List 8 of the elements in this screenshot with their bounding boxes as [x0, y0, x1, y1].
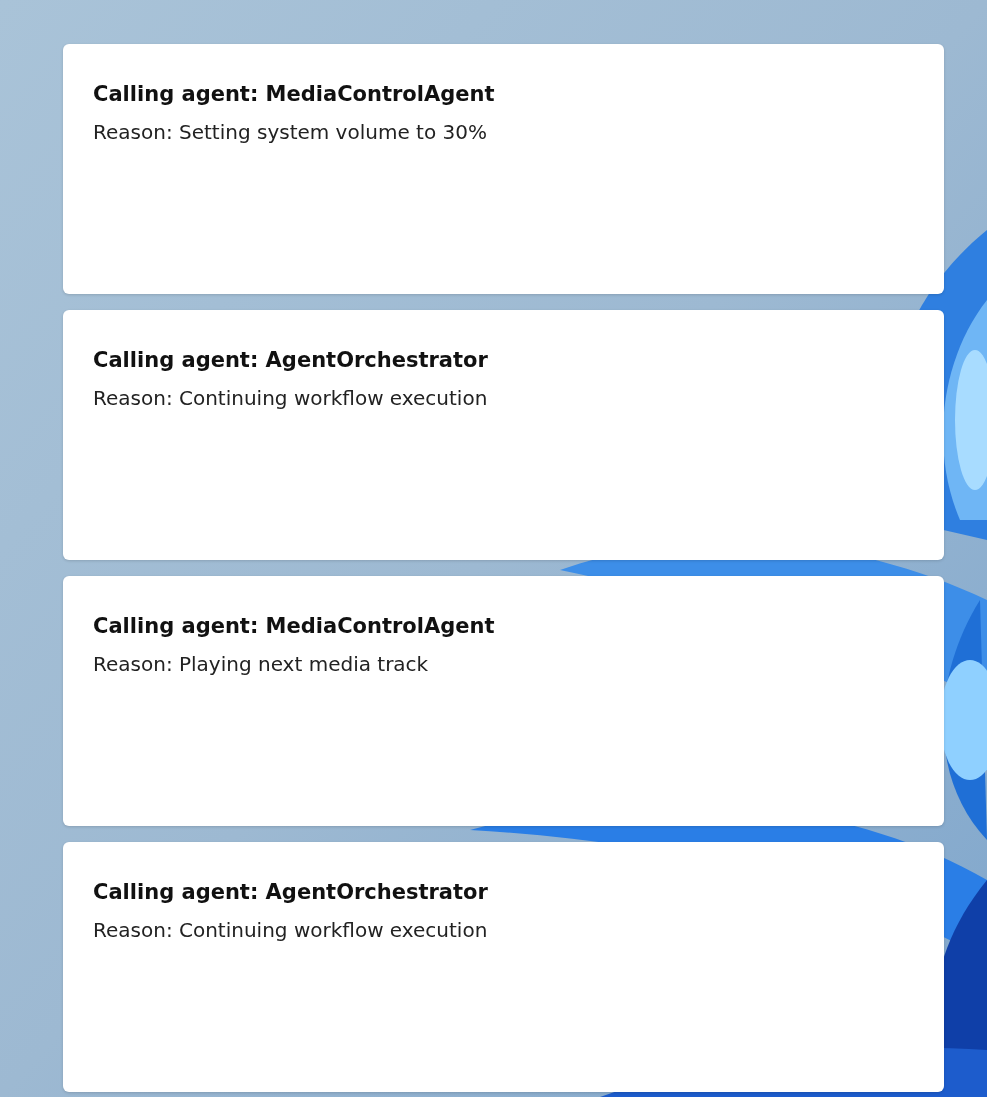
reason-text: Reason: Playing next media track — [93, 652, 429, 676]
card-title: Calling agent: AgentOrchestrator — [93, 348, 488, 372]
reason-text: Reason: Continuing workflow execution — [93, 386, 488, 410]
card-title: Calling agent: AgentOrchestrator — [93, 880, 488, 904]
reason-text: Reason: Continuing workflow execution — [93, 918, 488, 942]
card-title: Calling agent: MediaControlAgent — [93, 614, 495, 638]
card-title: Calling agent: MediaControlAgent — [93, 82, 495, 106]
reason-text: Reason: Setting system volume to 30% — [93, 120, 487, 144]
